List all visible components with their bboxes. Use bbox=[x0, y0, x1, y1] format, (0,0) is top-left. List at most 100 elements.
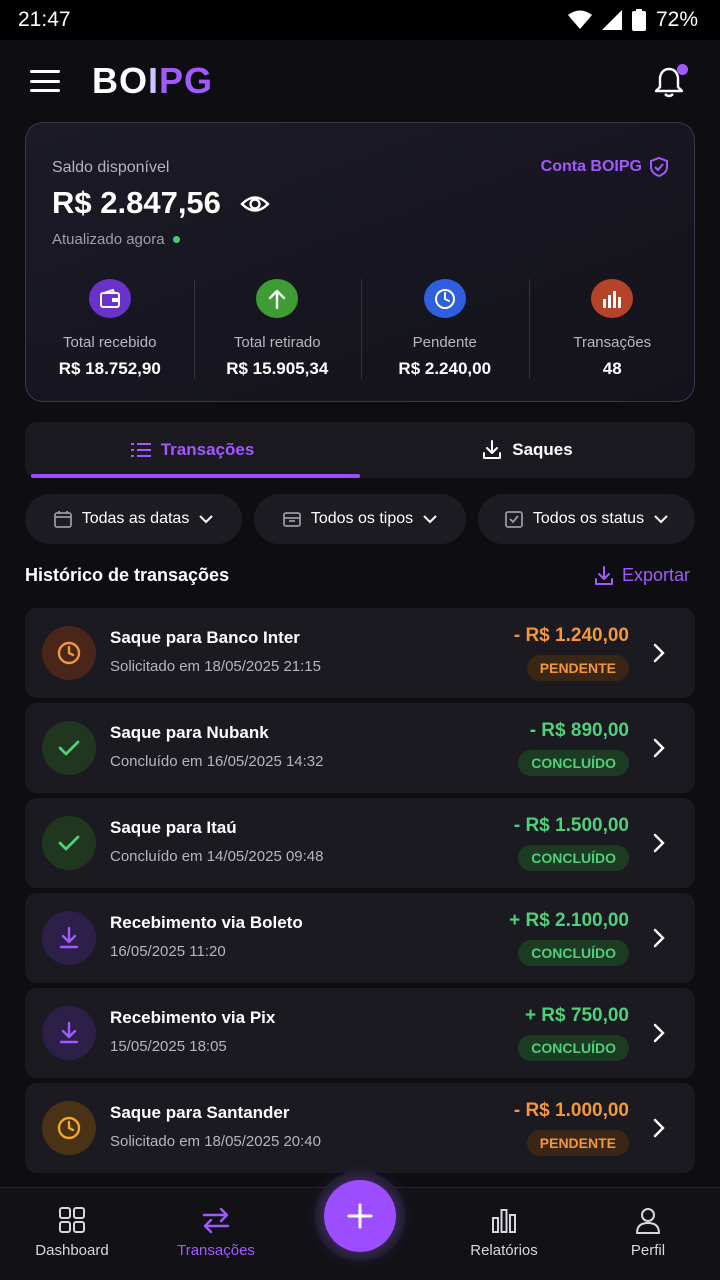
date-filter[interactable]: Todas as datas bbox=[25, 494, 242, 544]
stat-total-received: Total recebido R$ 18.752,90 bbox=[26, 279, 194, 379]
notification-dot bbox=[677, 64, 688, 75]
tx-icon-bg bbox=[42, 626, 96, 680]
export-icon bbox=[594, 565, 613, 585]
filter-label: Todas as datas bbox=[81, 510, 190, 527]
balance-card: Saldo disponível R$ 2.847,56 Atualizado … bbox=[25, 122, 695, 402]
menu-icon-line bbox=[30, 79, 60, 83]
bar-chart-icon bbox=[492, 1209, 516, 1233]
tab-transactions[interactable]: Transações bbox=[25, 422, 360, 478]
eye-icon[interactable] bbox=[240, 189, 270, 219]
stat-value: R$ 2.240,00 bbox=[398, 359, 492, 378]
stat-pending: Pendente R$ 2.240,00 bbox=[361, 279, 529, 379]
filter-label: Todos os tipos bbox=[310, 510, 414, 527]
logo-part: PG bbox=[159, 60, 214, 101]
notifications-button[interactable] bbox=[654, 64, 688, 98]
tx-icon-bg bbox=[42, 721, 96, 775]
status-icon bbox=[505, 511, 523, 528]
online-dot bbox=[172, 236, 180, 243]
stat-icon-bg bbox=[88, 279, 131, 318]
stat-total-withdrawn: Total retirado R$ 15.905,34 bbox=[193, 279, 362, 379]
transaction-row[interactable]: Saque para Banco Inter Solicitado em 18/… bbox=[25, 608, 695, 698]
status-time: 21:47 bbox=[18, 8, 71, 31]
status-badge: CONCLUÍDO bbox=[518, 1035, 629, 1061]
transaction-row[interactable]: Recebimento via Boleto 16/05/2025 11:20 … bbox=[25, 893, 695, 983]
account-label: Conta BOIPG bbox=[540, 158, 642, 175]
stat-label: Total recebido bbox=[63, 334, 157, 351]
status-badge: CONCLUÍDO bbox=[518, 750, 629, 776]
nav-dashboard[interactable]: Dashboard bbox=[0, 1188, 144, 1280]
user-icon bbox=[636, 1208, 660, 1234]
list-icon bbox=[130, 443, 151, 457]
add-button[interactable] bbox=[324, 1180, 396, 1252]
transfer-icon bbox=[202, 1207, 230, 1234]
stat-icon-bg bbox=[423, 279, 466, 318]
type-filter[interactable]: Todos os tipos bbox=[254, 494, 466, 544]
balance-value: R$ 2.847,56 bbox=[52, 185, 221, 220]
app-logo: BOIPG bbox=[92, 60, 213, 102]
account-link[interactable]: Conta BOIPG bbox=[541, 157, 668, 177]
tx-title: Saque para Nubank bbox=[110, 723, 269, 742]
tab-label: Saques bbox=[512, 440, 573, 459]
nav-reports[interactable]: Relatórios bbox=[432, 1188, 576, 1280]
chevron-down-icon bbox=[654, 515, 668, 524]
nav-transactions[interactable]: Transações bbox=[144, 1188, 288, 1280]
plus-icon bbox=[347, 1203, 373, 1229]
stat-icon-bg bbox=[591, 279, 634, 318]
clock-icon bbox=[57, 1116, 81, 1140]
chevron-down-icon bbox=[423, 515, 437, 524]
tx-amount: - R$ 890,00 bbox=[529, 720, 629, 741]
tx-icon-bg bbox=[42, 911, 96, 965]
transaction-row[interactable]: Saque para Itaú Concluído em 14/05/2025 … bbox=[25, 798, 695, 888]
status-badge: CONCLUÍDO bbox=[518, 940, 629, 966]
transaction-row[interactable]: Saque para Santander Solicitado em 18/05… bbox=[25, 1083, 695, 1173]
stat-label: Total retirado bbox=[233, 334, 321, 351]
filter-row: Todas as datas Todos os tipos Todos os s… bbox=[25, 494, 695, 544]
shield-icon bbox=[650, 157, 668, 177]
tx-title: Saque para Santander bbox=[110, 1103, 290, 1122]
history-title: Histórico de transações bbox=[25, 565, 230, 585]
battery-icon bbox=[631, 9, 646, 31]
download-icon bbox=[59, 1021, 79, 1044]
download-icon bbox=[59, 926, 79, 949]
check-icon bbox=[58, 835, 80, 851]
clock-icon bbox=[57, 641, 81, 665]
tx-title: Saque para Banco Inter bbox=[110, 628, 300, 647]
tx-title: Saque para Itaú bbox=[110, 818, 237, 837]
transaction-row[interactable]: Saque para Nubank Concluído em 16/05/202… bbox=[25, 703, 695, 793]
tx-title: Recebimento via Pix bbox=[110, 1008, 276, 1027]
stat-transactions: Transações 48 bbox=[528, 279, 697, 379]
tx-icon-bg bbox=[42, 1101, 96, 1155]
nav-profile[interactable]: Perfil bbox=[576, 1188, 720, 1280]
battery-level: 72% bbox=[655, 8, 698, 31]
bar-chart-icon bbox=[603, 290, 622, 308]
stat-value: R$ 18.752,90 bbox=[58, 359, 161, 378]
transaction-row[interactable]: Recebimento via Pix 15/05/2025 18:05 + R… bbox=[25, 988, 695, 1078]
chevron-right-icon bbox=[653, 738, 665, 758]
wifi-icon bbox=[567, 10, 592, 29]
tab-withdrawals[interactable]: Saques bbox=[360, 422, 695, 478]
balance-updated: Atualizado agora bbox=[52, 231, 180, 248]
logo-part: I bbox=[148, 60, 160, 101]
tab-bar: Transações Saques bbox=[25, 422, 695, 478]
chevron-right-icon bbox=[653, 1023, 665, 1043]
logo-part: BO bbox=[92, 60, 148, 101]
status-badge: CONCLUÍDO bbox=[518, 845, 629, 871]
status-bar: 21:47 72% bbox=[0, 0, 720, 40]
wallet-icon bbox=[99, 288, 120, 308]
nav-label: Perfil bbox=[630, 1242, 666, 1259]
tx-icon-bg bbox=[42, 816, 96, 870]
menu-button[interactable] bbox=[30, 70, 60, 92]
stat-icon-bg bbox=[256, 279, 299, 318]
stat-value: R$ 15.905,34 bbox=[226, 359, 329, 378]
nav-label: Relatórios bbox=[470, 1242, 538, 1259]
export-button[interactable]: Exportar bbox=[594, 565, 690, 586]
status-icons: 72% bbox=[567, 8, 698, 32]
chevron-right-icon bbox=[653, 928, 665, 948]
app-header: BOIPG bbox=[0, 40, 720, 122]
grid-icon bbox=[59, 1207, 85, 1233]
tx-amount: - R$ 1.000,00 bbox=[513, 1100, 629, 1121]
updated-text: Atualizado agora bbox=[52, 231, 165, 248]
transaction-list: Saque para Banco Inter Solicitado em 18/… bbox=[25, 608, 695, 1178]
chevron-right-icon bbox=[653, 1118, 665, 1138]
status-filter[interactable]: Todos os status bbox=[478, 494, 695, 544]
